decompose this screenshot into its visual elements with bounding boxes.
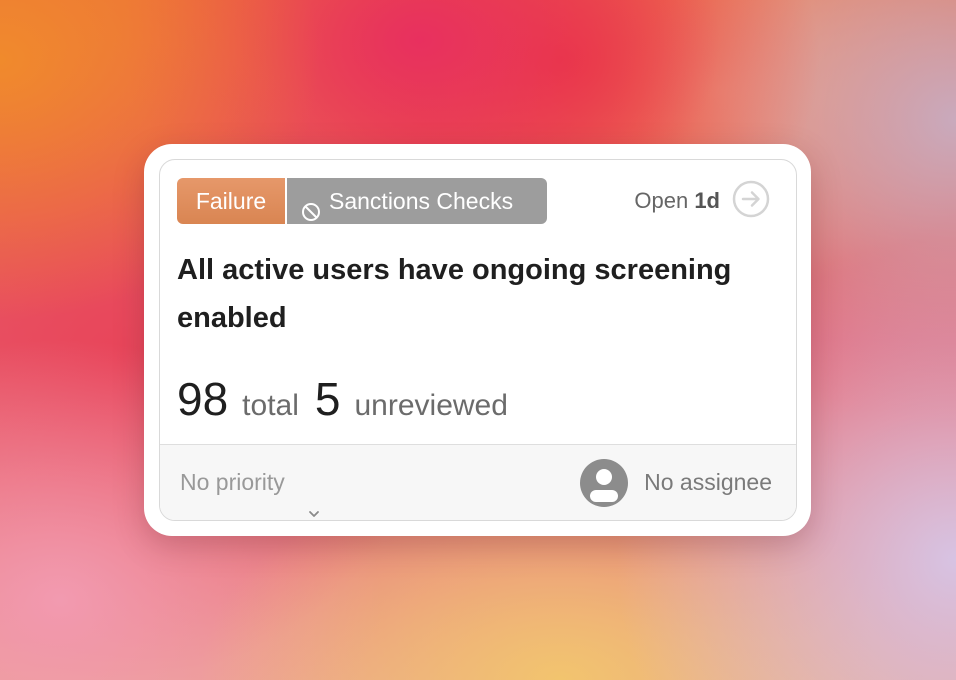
card-footer: No priority No assignee <box>160 444 796 520</box>
issue-card[interactable]: Failure Sanctions Checks Open 1d All act… <box>159 159 797 521</box>
card-frame: Failure Sanctions Checks Open 1d All act… <box>144 144 811 536</box>
user-avatar-icon <box>580 458 629 507</box>
open-age: 1d <box>694 188 720 213</box>
unreviewed-count: 5 <box>314 373 341 425</box>
arrow-right-circle-icon[interactable] <box>732 180 770 218</box>
priority-dropdown[interactable]: No priority <box>180 445 321 520</box>
ban-icon <box>301 191 321 221</box>
unreviewed-label: unreviewed <box>354 389 508 422</box>
assignee-label: No assignee <box>644 469 772 495</box>
card-header: Failure Sanctions Checks Open 1d <box>177 178 770 224</box>
issue-stats: 98 total 5 unreviewed <box>177 372 524 428</box>
total-label: total <box>242 389 299 422</box>
status-badge-failure: Failure <box>177 178 285 224</box>
open-label: Open <box>634 188 689 213</box>
chevron-down-icon <box>307 476 321 517</box>
assignee-selector[interactable]: No assignee <box>580 445 772 520</box>
open-status: Open 1d <box>634 178 720 224</box>
priority-label: No priority <box>180 469 285 495</box>
issue-title: All active users have ongoing screening … <box>177 254 732 334</box>
category-badge: Sanctions Checks <box>287 178 547 224</box>
total-count: 98 <box>177 373 229 425</box>
category-badge-label: Sanctions Checks <box>329 188 514 214</box>
